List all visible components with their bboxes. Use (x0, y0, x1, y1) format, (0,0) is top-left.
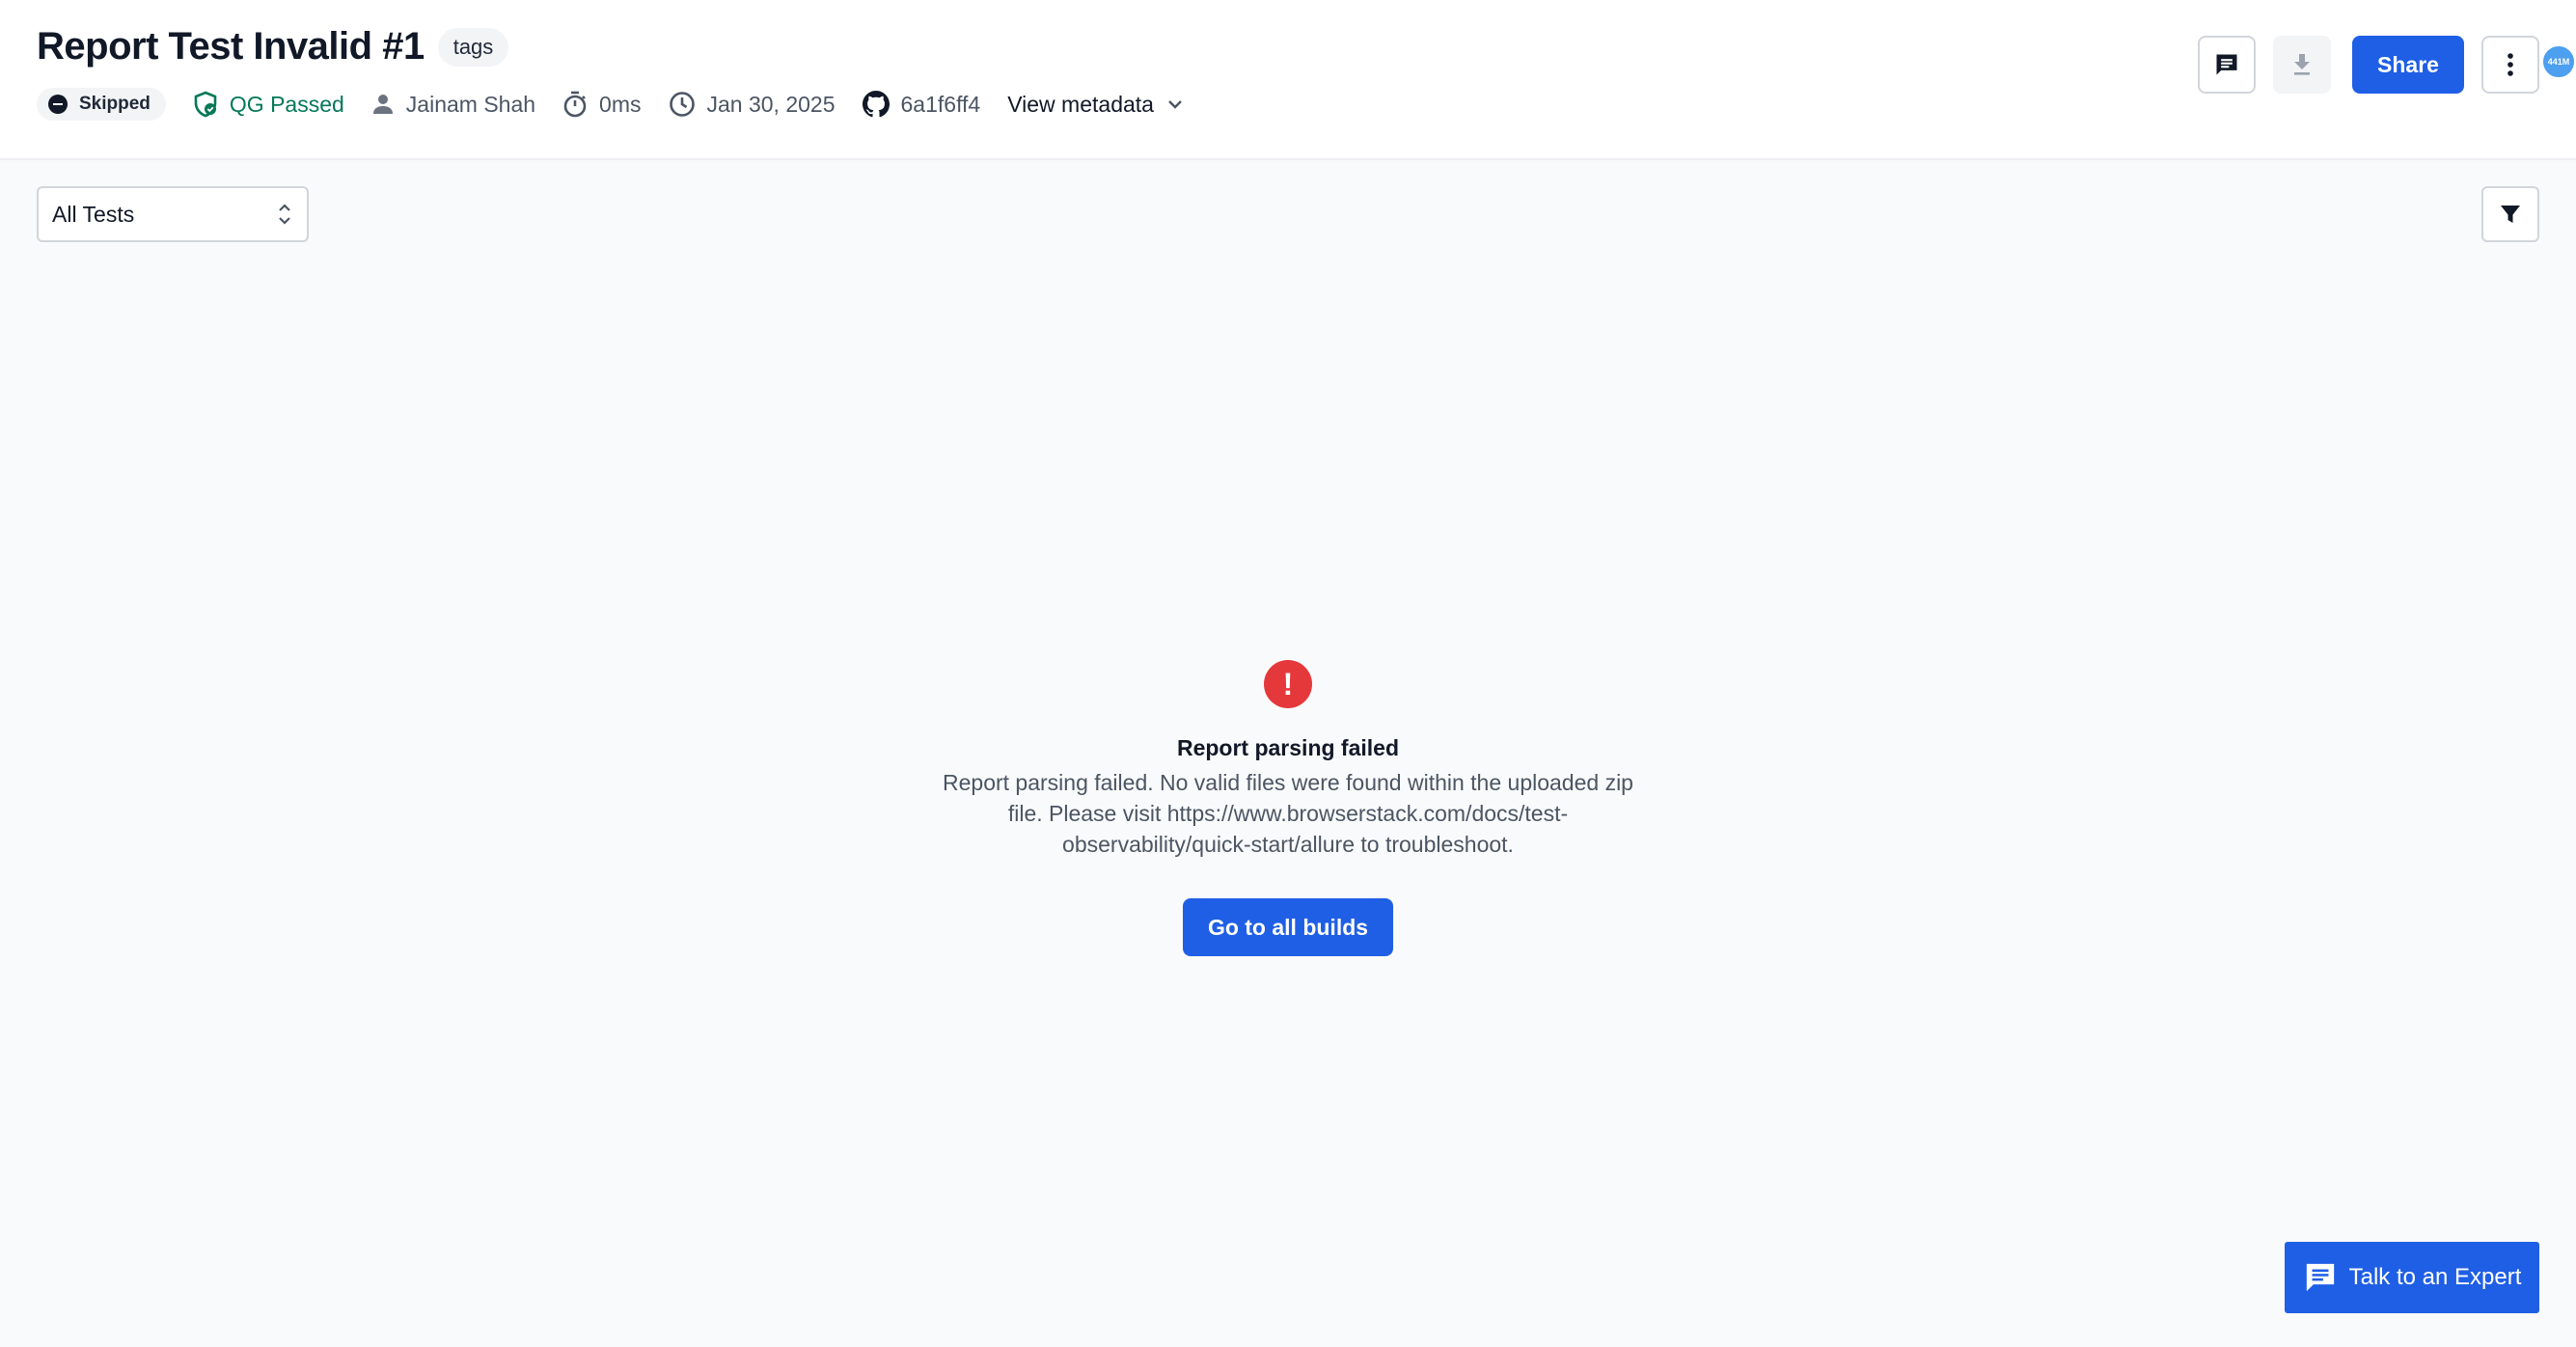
view-metadata-toggle[interactable]: View metadata (1007, 92, 1183, 118)
build-date: Jan 30, 2025 (669, 91, 836, 118)
user-name: Jainam Shah (405, 91, 536, 117)
more-vertical-icon (2507, 53, 2513, 76)
shield-check-icon (194, 91, 217, 118)
clock-icon (669, 92, 695, 117)
user-icon (372, 95, 393, 114)
chat-icon (2306, 1263, 2334, 1292)
duration-value: 0ms (599, 91, 642, 117)
skipped-icon (48, 95, 68, 114)
empty-state-title: Report parsing failed (1176, 735, 1400, 760)
quality-gate-status[interactable]: QG Passed (193, 91, 344, 118)
build-user: Jainam Shah (371, 92, 535, 118)
page-header: Report Test Invalid #1 tags Skipped QG P… (0, 0, 2576, 160)
build-meta-row: Skipped QG Passed Jainam Shah 0ms Jan 30… (37, 85, 1183, 124)
filter-icon (2501, 206, 2520, 223)
go-to-all-builds-button[interactable]: Go to all builds (1182, 898, 1394, 956)
empty-state-message: Report parsing failed. No valid files we… (943, 770, 1633, 857)
comment-icon (2216, 54, 2237, 75)
github-icon (862, 91, 890, 118)
talk-to-expert-button[interactable]: Talk to an Expert (2285, 1242, 2539, 1313)
chevron-down-icon (1168, 100, 1182, 109)
tags-chip[interactable]: tags (437, 27, 509, 67)
download-icon (2294, 54, 2310, 75)
status-label: Skipped (79, 94, 151, 114)
error-icon: ! (1264, 660, 1312, 708)
test-scope-value: All Tests (52, 201, 135, 227)
more-options-button[interactable] (2481, 36, 2539, 94)
empty-state: ! Report parsing failed Report parsing f… (902, 660, 1674, 956)
quality-gate-label: QG Passed (229, 91, 344, 117)
download-button[interactable] (2273, 36, 2331, 94)
test-scope-select[interactable]: All Tests (37, 186, 309, 242)
comments-button[interactable] (2198, 36, 2256, 94)
view-metadata-label: View metadata (1007, 91, 1154, 117)
avatar[interactable]: 441M (2541, 44, 2576, 79)
date-value: Jan 30, 2025 (706, 91, 836, 117)
title-row: Report Test Invalid #1 tags (37, 25, 509, 69)
build-duration: 0ms (562, 91, 642, 118)
chevron-up-down-icon (279, 204, 290, 225)
share-button[interactable]: Share (2352, 36, 2464, 94)
stopwatch-icon (563, 91, 587, 118)
commit-hash: 6a1f6ff4 (900, 91, 981, 117)
filter-button[interactable] (2481, 186, 2539, 242)
header-actions: Share (2198, 36, 2539, 94)
commit-link[interactable]: 6a1f6ff4 (862, 91, 981, 118)
talk-to-expert-label: Talk to an Expert (2348, 1264, 2522, 1290)
page-title: Report Test Invalid #1 (37, 25, 425, 68)
status-badge: Skipped (37, 88, 166, 121)
